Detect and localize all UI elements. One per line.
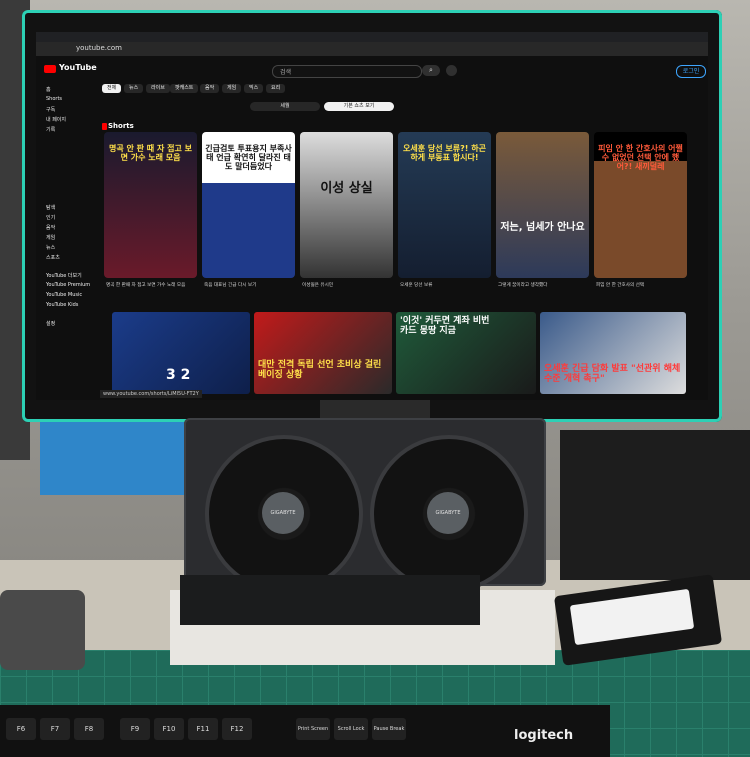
key-f8[interactable]: F8 (74, 718, 104, 740)
short-title-1[interactable]: 명곡 한 판때 자 접고 보면 가수 노래 모음 (106, 282, 196, 288)
chip-podcast[interactable]: 팟캐스트 (170, 84, 199, 93)
key-f11[interactable]: F11 (188, 718, 218, 740)
sidebar-item-music[interactable]: 음악 (46, 224, 55, 231)
sidebar-premium[interactable]: YouTube Premium (46, 282, 90, 288)
search-icon[interactable]: ⌕ (422, 65, 440, 76)
sidebar-music[interactable]: YouTube Music (46, 292, 82, 298)
search-placeholder: 검색 (280, 69, 292, 76)
short-thumbnail-5[interactable] (496, 132, 589, 278)
sidebar-item-you[interactable]: 내 페이지 (46, 116, 66, 123)
chip-all[interactable]: 전체 (102, 84, 122, 93)
toggle-left[interactable]: 세월 (250, 102, 320, 111)
browser-tab-bar (36, 32, 708, 42)
short-caption-5: 저는, 넘세가 안나요 (500, 222, 585, 233)
search-input[interactable] (272, 65, 422, 78)
chip-news[interactable]: 뉴스 (124, 84, 144, 93)
power-supply-cables (560, 430, 750, 580)
key-f6[interactable]: F6 (6, 718, 36, 740)
sidebar-kids[interactable]: YouTube Kids (46, 302, 78, 308)
chip-game[interactable]: 게임 (222, 84, 242, 93)
sidebar-item-trending[interactable]: 인기 (46, 214, 55, 221)
short-caption-2: 긴급검토 투표용지 부족사태 언급 확연히 달라진 태도 말더듬었다 (205, 144, 292, 171)
gpu-brand-right: GIGABYTE (427, 492, 469, 534)
sidebar-item-explore[interactable]: 탐색 (46, 204, 55, 211)
video-caption-1: 3 2 (166, 367, 191, 383)
video-caption-2: 대만 전격 독립 선언 초비상 걸린 베이징 상황 (258, 360, 382, 380)
sidebar-item-news[interactable]: 뉴스 (46, 244, 55, 251)
youtube-logo[interactable]: YouTube (59, 63, 97, 72)
video-caption-4: 오세훈 긴급 담화 발표 "선관위 해체 수준 개혁 촉구" (544, 364, 681, 384)
chip-cooking[interactable]: 요리 (266, 84, 286, 93)
short-title-5[interactable]: 그렇게 꿈이라고 생각했다 (498, 282, 588, 288)
microphone-icon[interactable] (446, 65, 457, 76)
short-title-2[interactable]: 죽음 대표님 긴급 다시 보기 (204, 282, 294, 288)
sidebar-more-youtube[interactable]: YouTube 더보기 (46, 272, 82, 279)
address-bar[interactable] (36, 42, 708, 56)
short-caption-6: 피임 안 한 간호사의 어쩔 수 없었던 선택 안에 했어?! 새끼덜레 (598, 144, 683, 171)
short-thumbnail-3[interactable] (300, 132, 393, 278)
sidebar-settings[interactable]: 설정 (46, 320, 55, 327)
metal-tin (0, 590, 85, 670)
short-title-3[interactable]: 이성잃은 유시민 (302, 282, 392, 288)
sidebar-item-home[interactable]: 홈 (46, 86, 51, 93)
url-text: youtube.com (76, 44, 122, 52)
status-bar-url: www.youtube.com/shorts/LiMI5U-FT2Y (100, 390, 202, 398)
chip-mix[interactable]: 믹스 (244, 84, 264, 93)
short-title-4[interactable]: 오세훈 당선 보류 (400, 282, 490, 288)
keyboard-brand: logitech (514, 728, 574, 743)
video-thumbnail-2[interactable] (254, 312, 392, 394)
youtube-logo-icon[interactable] (44, 65, 56, 73)
short-caption-4: 오세훈 당선 보류?! 하곤하게 부동표 합시다! (403, 144, 486, 162)
key-scroll-lock[interactable]: Scroll Lock (334, 718, 368, 740)
motherboard (180, 575, 480, 625)
video-caption-3: '이것' 커두면 계좌 비번 카드 몽땅 지금 (400, 316, 490, 336)
chip-music[interactable]: 음악 (200, 84, 220, 93)
key-pause-break[interactable]: Pause Break (372, 718, 406, 740)
key-f12[interactable]: F12 (222, 718, 252, 740)
monitor-screen: youtube.com YouTube 검색 ⌕ 로그인 전체 뉴스 라이브 팟… (36, 32, 708, 400)
sidebar-item-sports[interactable]: 스포츠 (46, 254, 60, 261)
login-button[interactable]: 로그인 (676, 65, 706, 78)
toggle-right[interactable]: 기본 쇼츠 보기 (324, 102, 394, 111)
blue-storage-bin (40, 420, 190, 495)
gpu-brand-left: GIGABYTE (262, 492, 304, 534)
key-f7[interactable]: F7 (40, 718, 70, 740)
chip-live[interactable]: 라이브 (146, 84, 170, 93)
shorts-section-title: Shorts (108, 122, 134, 130)
sidebar-item-gaming[interactable]: 게임 (46, 234, 55, 241)
shorts-icon (102, 123, 107, 130)
key-f9[interactable]: F9 (120, 718, 150, 740)
key-print-screen[interactable]: Print Screen (296, 718, 330, 740)
short-title-6[interactable]: 피임 안 한 간호사의 선택 (596, 282, 686, 288)
sidebar-item-shorts[interactable]: Shorts (46, 96, 62, 102)
sidebar-item-subscriptions[interactable]: 구독 (46, 106, 55, 113)
sidebar-item-history[interactable]: 기록 (46, 126, 55, 133)
key-f10[interactable]: F10 (154, 718, 184, 740)
short-caption-1: 명곡 안 판 때 자 접고 보면 가수 노래 모음 (109, 144, 192, 162)
short-caption-3: 이성 상실 (320, 181, 373, 196)
